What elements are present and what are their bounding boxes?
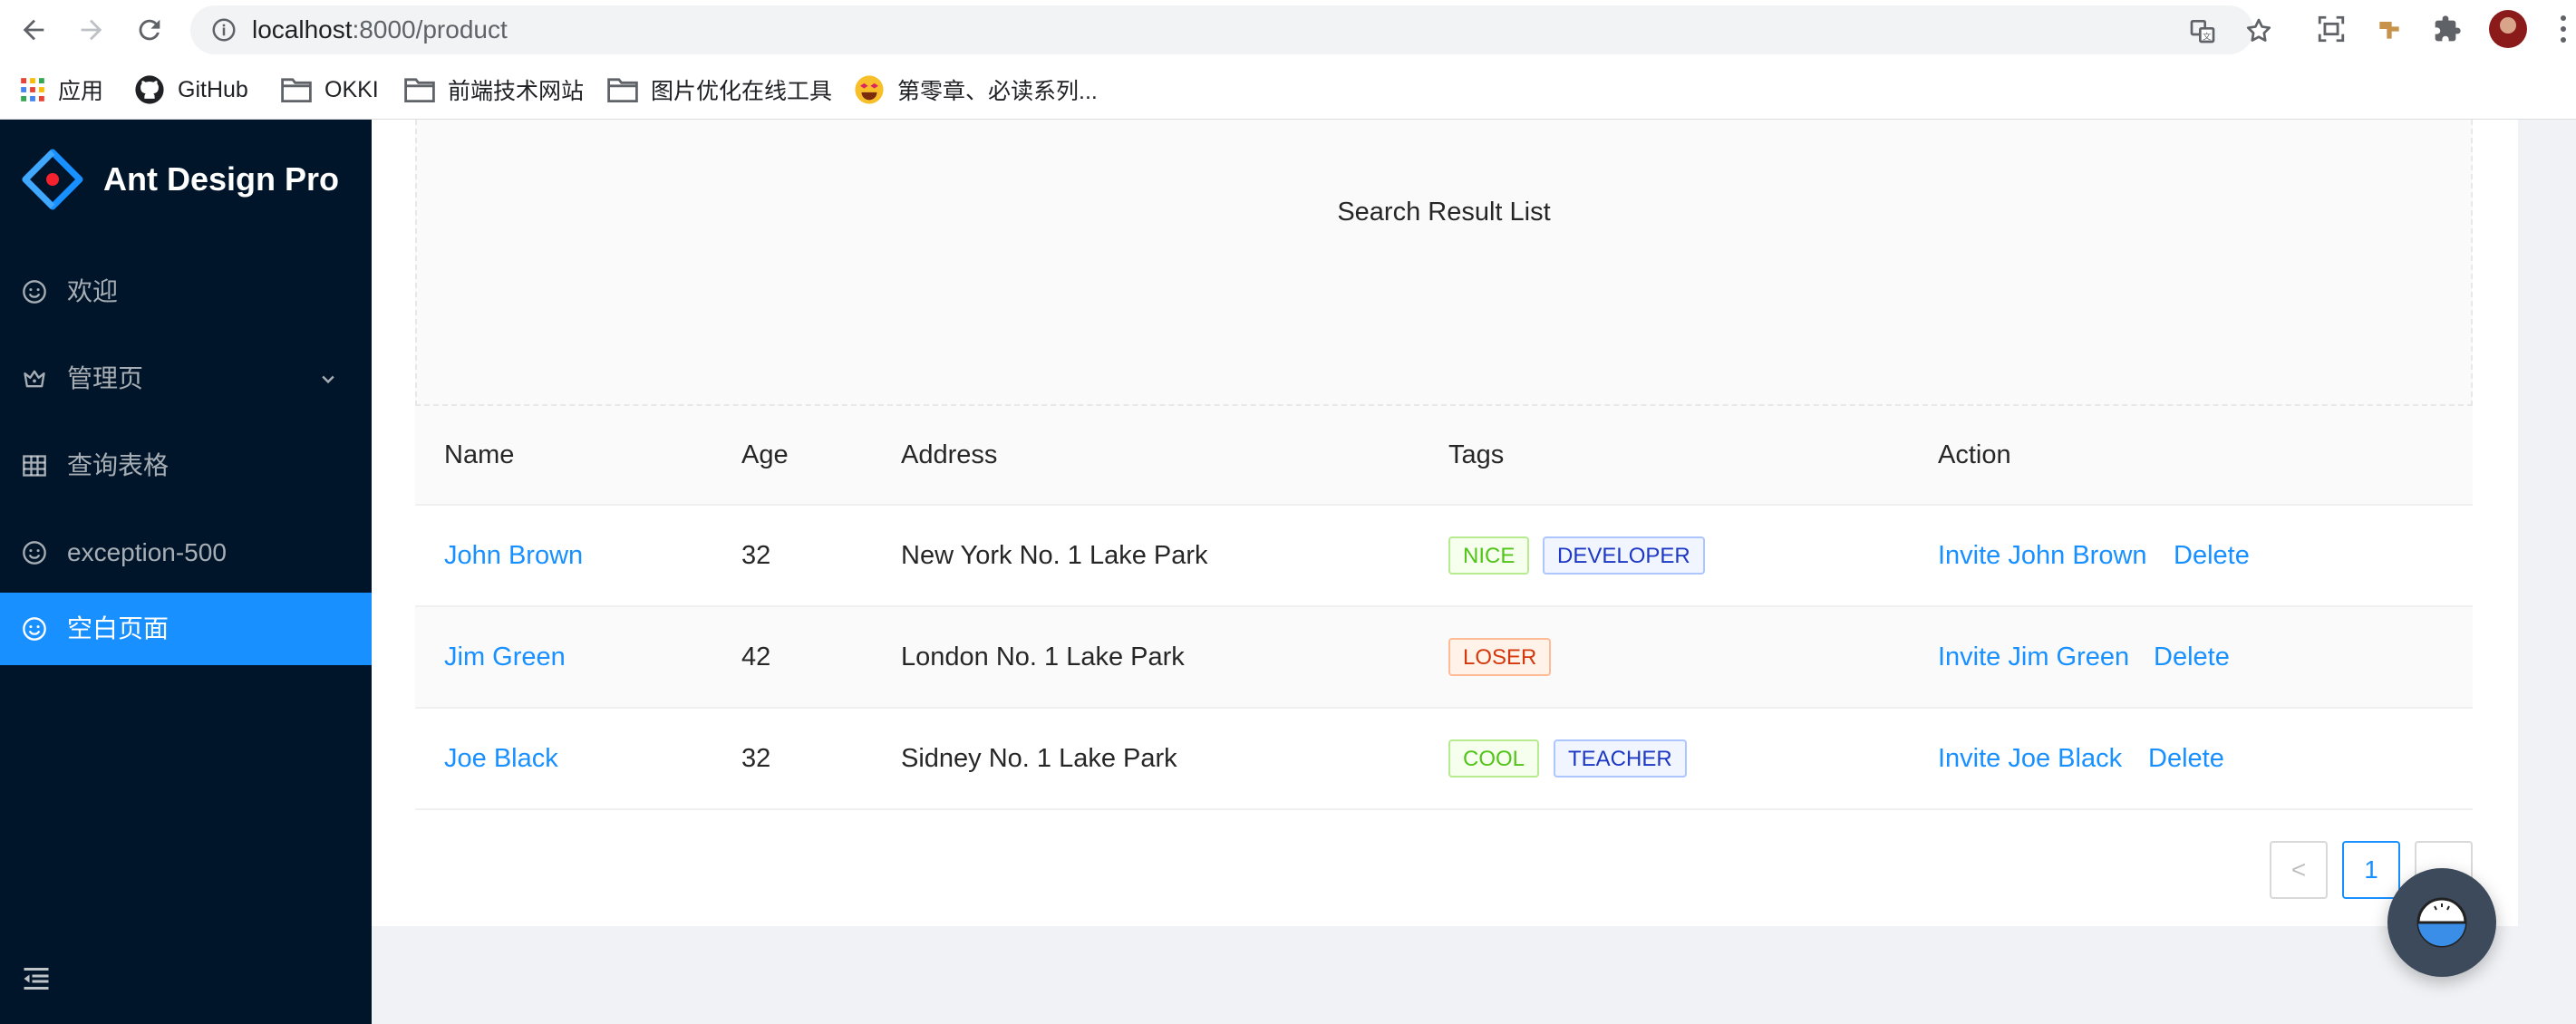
column-header-name: Name [444,440,515,469]
column-header-age: Age [741,440,789,469]
reload-icon [139,19,160,41]
menu-item-query-table[interactable]: 查询表格 [0,430,372,502]
screenshot-button[interactable] [2313,11,2349,47]
search-result-text: Search Result List [1337,198,1551,227]
profile-avatar[interactable] [2489,10,2527,48]
url-host: localhost [252,15,353,43]
delete-link[interactable]: Delete [2174,538,2250,573]
chevron-down-icon [322,375,334,384]
menu-item-label: 管理页 [67,364,144,392]
arrow-right-icon [81,19,102,41]
floating-assistant-button[interactable] [2387,868,2496,977]
smile-icon [23,280,46,304]
url-text[interactable]: localhost:8000/product [252,16,508,43]
bookmark-frontend-sites[interactable]: 前端技术网站 [404,72,584,107]
name-link[interactable]: John Brown [444,538,583,573]
crown-icon [24,370,45,388]
bookmark-star-icon[interactable] [2244,16,2273,45]
name-link[interactable]: Joe Black [444,741,558,776]
info-icon [212,18,236,42]
capture-icon [2318,15,2345,43]
more-vert-icon[interactable] [2554,11,2572,47]
browser-toolbar: localhost:8000/product 文 [0,0,2576,60]
bookmark-chapter-zero[interactable]: 第零章、必读系列... [854,72,1098,107]
age-cell: 42 [741,642,771,671]
page-gutter [2518,120,2576,1024]
arrow-left-icon [23,19,44,41]
search-result-placeholder: Search Result List [415,120,2473,406]
app-title[interactable]: Ant Design Pro [103,158,339,201]
tag-cool: COOL [1448,739,1540,778]
age-cell: 32 [741,744,771,773]
bookmark-label: GitHub [178,76,248,102]
column-header-tags: Tags [1448,440,1505,469]
table-row: Jim Green 42 London No. 1 Lake Park LOSE… [415,607,2473,709]
address-cell: London No. 1 Lake Park [901,642,1185,671]
back-button[interactable] [15,11,53,49]
bookmark-label: 应用 [58,79,104,104]
apps-grid-icon [21,78,44,101]
tag-developer: DEVELOPER [1543,536,1705,575]
folder-icon [281,78,312,102]
menu-item-label: 欢迎 [67,277,119,305]
forward-button[interactable] [73,11,111,49]
extension-button[interactable] [2371,11,2407,47]
address-cell: New York No. 1 Lake Park [901,541,1208,570]
menu-fold-icon[interactable] [20,962,53,995]
bookmark-okki[interactable]: OKKI [281,72,379,107]
translate-icon[interactable]: 文 [2188,16,2217,45]
assistant-icon [2416,897,2467,948]
menu-item-label: 查询表格 [67,451,169,479]
invite-link[interactable]: Invite John Brown [1938,538,2147,573]
extension-icon [2379,22,2399,39]
bookmark-github[interactable]: GitHub [134,72,248,107]
column-header-address: Address [901,440,998,469]
table-row: John Brown 32 New York No. 1 Lake Park N… [415,506,2473,607]
column-header-action: Action [1938,440,2011,469]
bookmark-label: 第零章、必读系列... [897,79,1098,104]
pagination-prev-button[interactable]: < [2270,841,2328,899]
table-icon [23,455,46,477]
emoji-icon [855,75,884,104]
menu-item-welcome[interactable]: 欢迎 [0,256,372,328]
reload-button[interactable] [131,11,169,49]
menu-item-label: 空白页面 [67,614,169,642]
url-path: :8000/product [352,15,508,43]
bookmark-apps[interactable]: 应用 [20,72,103,107]
age-cell: 32 [741,541,771,570]
tag-teacher: TEACHER [1554,739,1687,778]
smile-icon [23,541,46,565]
folder-icon [404,78,435,102]
tag-loser: LOSER [1448,638,1552,676]
delete-link[interactable]: Delete [2148,741,2224,776]
menu-item-exception-500[interactable]: exception-500 [0,517,372,589]
invite-link[interactable]: Invite Jim Green [1938,640,2129,674]
delete-link[interactable]: Delete [2154,640,2230,674]
table-row: Joe Black 32 Sidney No. 1 Lake Park COOL… [415,709,2473,810]
name-link[interactable]: Jim Green [444,640,566,674]
github-icon [135,75,164,104]
ant-design-logo-icon[interactable] [22,149,83,210]
address-cell: Sidney No. 1 Lake Park [901,744,1177,773]
table-header: Name Age Address Tags Action [415,406,2473,506]
tag-nice: NICE [1448,536,1530,575]
sidebar: Ant Design Pro 欢迎 管理页 查询表格 exception-500… [0,120,372,1024]
bookmark-image-tools[interactable]: 图片优化在线工具 [607,72,832,107]
menu-item-blank-page[interactable]: 空白页面 [0,593,372,665]
svg-text:文: 文 [2203,31,2211,42]
puzzle-icon [2435,15,2461,42]
bookmark-label: OKKI [324,76,379,102]
bookmarks-bar: 应用 GitHub OKKI 前端技术网站 图片优化在线工具 第零章、必读系列.… [0,60,2576,120]
smile-icon [23,617,46,641]
address-bar[interactable]: localhost:8000/product 文 [190,5,2271,54]
bookmark-label: 前端技术网站 [448,79,585,104]
menu-item-label: exception-500 [67,538,227,566]
extensions-menu-button[interactable] [2429,11,2465,47]
pagination-page-1[interactable]: 1 [2342,841,2400,899]
menu-item-admin[interactable]: 管理页 [0,343,372,415]
bookmark-label: 图片优化在线工具 [651,79,833,104]
folder-icon [607,78,638,102]
invite-link[interactable]: Invite Joe Black [1938,741,2122,776]
